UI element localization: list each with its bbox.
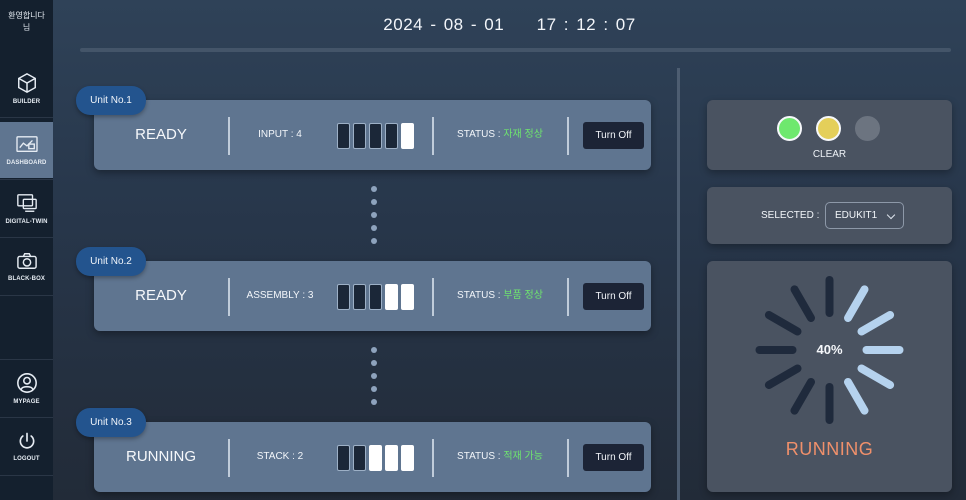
sidebar-item-mypage[interactable]: MYPAGE (0, 360, 53, 416)
divider (0, 475, 53, 476)
level-bar (337, 123, 350, 149)
status-value: 적재 가능 (503, 451, 543, 462)
date-text: 2024 - 08 - 01 (383, 15, 505, 34)
divider (0, 117, 53, 118)
chevron-down-icon (886, 210, 896, 220)
divider (0, 295, 53, 296)
off-light-icon (855, 116, 880, 141)
unit-count: STACK : 2 (256, 451, 304, 462)
status-value: 부품 정상 (503, 290, 543, 301)
level-bars (337, 284, 414, 310)
machine-state: RUNNING (785, 439, 874, 459)
status-label: STATUS : (457, 129, 504, 140)
sidebar-item-logout[interactable]: LOGOUT (0, 418, 53, 474)
turn-off-button[interactable]: Turn Off (583, 122, 644, 149)
progress-panel: 40% RUNNING (707, 261, 952, 492)
divider (567, 117, 569, 155)
connector-dots (371, 186, 377, 244)
level-bar (369, 284, 382, 310)
unit-count: INPUT : 4 (258, 129, 302, 140)
spinner-spoke (844, 285, 869, 322)
dashboard-icon (15, 135, 38, 155)
datetime-display: 2024 - 08 - 01 17 : 12 : 07 (53, 15, 966, 35)
unit-tag: Unit No.1 (76, 86, 146, 115)
green-light-icon (777, 116, 802, 141)
level-bar (401, 123, 414, 149)
level-bar (353, 284, 366, 310)
sidebar-item-label: MYPAGE (13, 398, 40, 405)
sidebar-item-label: BLACK-BOX (8, 275, 45, 282)
connector-dots (371, 347, 377, 405)
level-bar (401, 445, 414, 471)
level-bars (337, 445, 414, 471)
unit-status: STATUS : 부품 정상 (434, 261, 566, 331)
sidebar-item-digital-twin[interactable]: DIGITAL-TWIN (0, 180, 53, 236)
power-icon (17, 431, 37, 451)
level-bar (385, 284, 398, 310)
welcome-text: 환영합니다 님 (8, 11, 45, 32)
status-label: STATUS : (457, 451, 504, 462)
unit-count: ASSEMBLY : 3 (246, 290, 314, 301)
sidebar-item-black-box[interactable]: BLACK-BOX (0, 238, 53, 294)
level-bar (353, 445, 366, 471)
spinner-spoke (764, 311, 802, 336)
sidebar-item-label: DASHBOARD (6, 159, 47, 166)
spinner-spoke (764, 364, 802, 389)
level-bars (337, 123, 414, 149)
level-bar (385, 445, 398, 471)
user-icon (16, 372, 38, 394)
spinner-spoke (857, 364, 895, 389)
turn-off-button[interactable]: Turn Off (583, 444, 644, 471)
signal-lights (777, 116, 880, 141)
sidebar-item-label: LOGOUT (13, 455, 40, 462)
divider (567, 439, 569, 477)
edukit-select[interactable]: EDUKIT1 (825, 202, 904, 229)
unit-tag: Unit No.3 (76, 408, 146, 437)
signal-panel: CLEAR (707, 100, 952, 170)
unit-status: STATUS : 적재 가능 (434, 422, 566, 492)
camera-icon (16, 251, 38, 271)
level-bar (337, 284, 350, 310)
level-bar (369, 123, 382, 149)
sidebar-item-dashboard[interactable]: DASHBOARD (0, 122, 53, 178)
yellow-light-icon (816, 116, 841, 141)
header-divider (80, 48, 951, 52)
spinner-spoke (790, 285, 815, 322)
unit-status: STATUS : 자재 정상 (434, 100, 566, 170)
unit-card-2: READY ASSEMBLY : 3 STATUS : 부품 정상 Turn O… (94, 261, 651, 331)
selector-label: SELECTED : (761, 210, 820, 221)
cube-icon (16, 72, 38, 94)
status-value: 자재 정상 (503, 129, 543, 140)
level-bar (337, 445, 350, 471)
signal-label: CLEAR (812, 149, 847, 160)
time-text: 17 : 12 : 07 (536, 15, 636, 34)
progress-percent: 40% (816, 342, 843, 357)
level-bar (353, 123, 366, 149)
selected-value: EDUKIT1 (835, 210, 878, 221)
level-bar (385, 123, 398, 149)
divider (567, 278, 569, 316)
spinner-spoke (844, 378, 869, 415)
unit-tag: Unit No.2 (76, 247, 146, 276)
sidebar: 환영합니다 님 BUILDER DASHBOARD DIGITAL-TWIN B… (0, 0, 53, 500)
unit-card-3: RUNNING STACK : 2 STATUS : 적재 가능 Turn Of… (94, 422, 651, 492)
spinner-spoke (857, 311, 895, 336)
monitor-icon (16, 192, 38, 214)
level-bar (401, 284, 414, 310)
turn-off-button[interactable]: Turn Off (583, 283, 644, 310)
level-bar (369, 445, 382, 471)
sidebar-item-builder[interactable]: BUILDER (0, 60, 53, 116)
unit-card-1: READY INPUT : 4 STATUS : 자재 정상 Turn Off (94, 100, 651, 170)
sidebar-item-label: DIGITAL-TWIN (5, 218, 48, 225)
status-label: STATUS : (457, 290, 504, 301)
selector-panel: SELECTED : EDUKIT1 (707, 187, 952, 244)
spinner-spoke (790, 378, 815, 415)
column-divider (677, 68, 680, 500)
sidebar-item-label: BUILDER (12, 98, 41, 105)
